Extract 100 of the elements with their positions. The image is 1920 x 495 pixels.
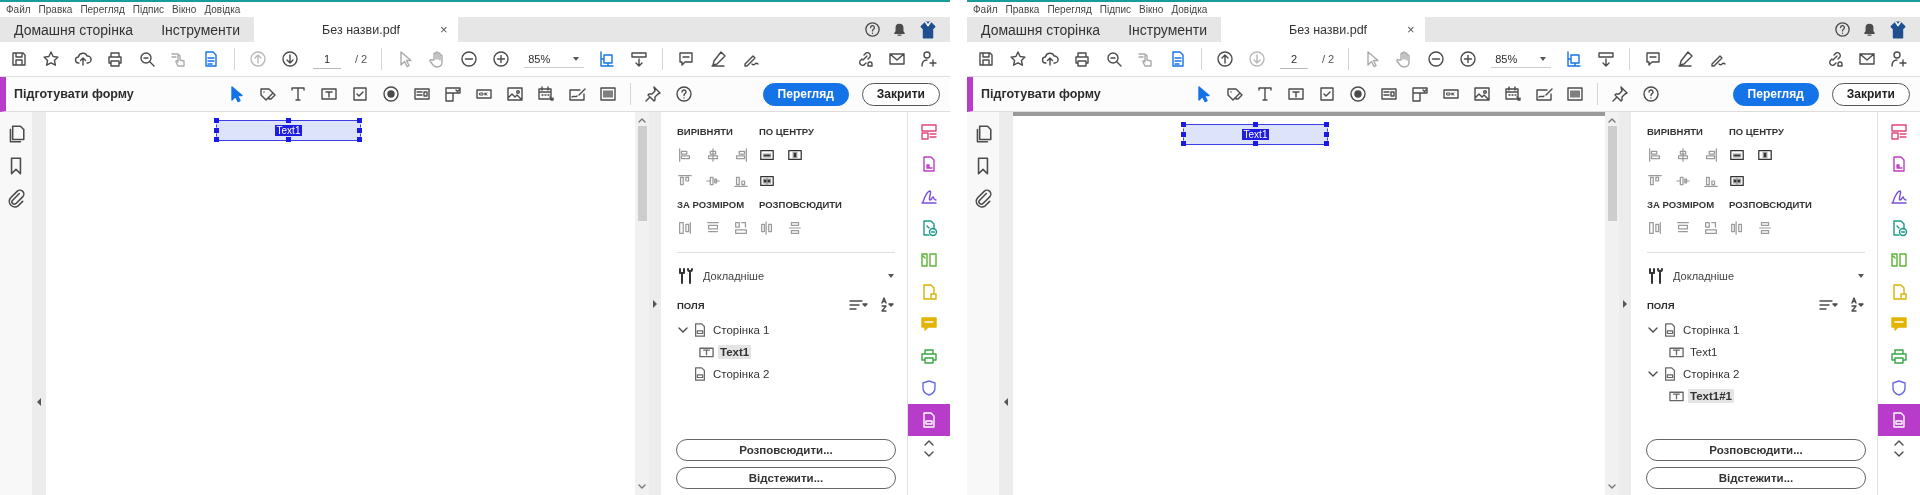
expand-arrow-icon[interactable] [651, 298, 659, 309]
chevron-down-icon[interactable] [923, 449, 935, 459]
radio-button-icon[interactable] [382, 85, 400, 103]
prepare-form-icon[interactable] [1890, 411, 1908, 429]
cloud-upload-icon[interactable] [1041, 50, 1059, 68]
text-form-field[interactable]: Text1 [216, 120, 361, 141]
image-icon[interactable] [1473, 85, 1491, 103]
radio-button-icon[interactable] [1349, 85, 1367, 103]
align-icon[interactable] [787, 220, 803, 236]
avatar-icon[interactable] [1888, 19, 1908, 40]
star-icon[interactable] [1009, 50, 1027, 68]
barcode-icon[interactable] [599, 85, 617, 103]
text-field-icon[interactable] [320, 85, 338, 103]
save-icon[interactable] [977, 50, 995, 68]
sort-menu-icon[interactable] [849, 297, 869, 313]
distribute-button[interactable]: Розповсюдити... [676, 439, 896, 461]
tree-item[interactable]: Text1#1 [1688, 389, 1734, 403]
add-user-icon[interactable] [1890, 50, 1908, 68]
scroll-up-icon[interactable] [637, 116, 647, 124]
star-icon[interactable] [42, 50, 60, 68]
chevron-up-icon[interactable] [923, 438, 935, 448]
highlighter-icon[interactable] [1676, 50, 1695, 68]
printer-icon[interactable] [1890, 347, 1908, 365]
close-button[interactable]: Закрити [861, 82, 940, 106]
signature-pen-icon[interactable] [920, 187, 938, 205]
align-icon[interactable] [1729, 220, 1745, 236]
help-icon[interactable] [1834, 21, 1851, 38]
align-icon[interactable] [1757, 220, 1773, 236]
align-icon[interactable] [1647, 220, 1663, 236]
menu-item[interactable]: Вікно [172, 4, 197, 15]
scroll-down-icon[interactable] [1607, 483, 1617, 491]
prepare-form-icon[interactable] [920, 411, 938, 429]
pin-icon[interactable] [644, 85, 662, 103]
zoom-search-icon[interactable] [138, 50, 156, 68]
menu-item[interactable]: Перегляд [1047, 4, 1092, 15]
dropdown-icon[interactable] [444, 85, 462, 103]
text-form-field[interactable]: Text1 [1183, 124, 1328, 145]
fit-page-icon[interactable] [598, 50, 617, 68]
distribute-button[interactable]: Розповсюдити... [1646, 439, 1866, 461]
list-box-icon[interactable] [413, 85, 431, 103]
pin-icon[interactable] [1611, 85, 1629, 103]
chevron-down-icon[interactable] [1893, 449, 1905, 459]
menu-item[interactable]: Довідка [1171, 4, 1208, 15]
tab[interactable]: Домашня сторінка [0, 17, 148, 42]
edit-form-icon[interactable] [258, 85, 276, 103]
collapse-arrow-icon[interactable] [1002, 397, 1010, 407]
tab[interactable]: Інструменти [1114, 17, 1222, 42]
track-button[interactable]: Відстежити... [676, 467, 896, 489]
print-icon[interactable] [1073, 50, 1091, 68]
preview-button[interactable]: Перегляд [762, 82, 849, 106]
share-link-icon[interactable] [856, 50, 874, 68]
scrollbar-thumb[interactable] [637, 126, 647, 221]
center-align-icon[interactable] [1729, 173, 1745, 189]
page-number-field[interactable]: 2 [1280, 49, 1308, 69]
shield-icon[interactable] [1890, 379, 1908, 397]
sort-menu-icon[interactable] [1819, 297, 1839, 313]
scrollbar-thumb[interactable] [1607, 126, 1617, 221]
more-options-label[interactable]: Докладніше [703, 270, 879, 282]
document-add-icon[interactable] [920, 219, 938, 237]
tree-item[interactable]: Text1 [718, 345, 752, 359]
page-down-icon[interactable] [281, 50, 299, 68]
center-align-icon[interactable] [1729, 147, 1745, 163]
align-icon[interactable] [705, 147, 721, 163]
bell-icon[interactable] [891, 21, 908, 38]
document-icon[interactable] [202, 50, 220, 68]
center-align-icon[interactable] [787, 147, 803, 163]
tree-item[interactable]: Сторінка 1 [711, 323, 772, 337]
mail-icon[interactable] [1858, 50, 1876, 68]
tree-item[interactable]: Сторінка 2 [711, 367, 772, 381]
tree-item[interactable]: Text1 [1688, 345, 1720, 359]
zoom-in-icon[interactable] [492, 50, 511, 68]
list-box-icon[interactable] [1380, 85, 1398, 103]
center-align-icon[interactable] [1757, 147, 1773, 163]
help-icon[interactable] [675, 85, 693, 103]
bell-icon[interactable] [1861, 21, 1878, 38]
scroll-down-icon[interactable] [637, 483, 647, 491]
document-icon[interactable] [1169, 50, 1187, 68]
sort-alphabet-icon[interactable] [1849, 297, 1865, 313]
sort-alphabet-icon[interactable] [879, 297, 895, 313]
align-icon[interactable] [733, 147, 749, 163]
zoom-in-icon[interactable] [1459, 50, 1478, 68]
tab[interactable]: Домашня сторінка [967, 17, 1115, 42]
fit-page-icon[interactable] [1565, 50, 1584, 68]
menu-item[interactable]: Файл [973, 4, 998, 15]
close-tab-button[interactable]: × [440, 22, 448, 37]
avatar-icon[interactable] [918, 19, 938, 40]
tab[interactable]: Без назви.pdf × [254, 17, 458, 42]
add-user-icon[interactable] [920, 50, 938, 68]
align-icon[interactable] [677, 220, 693, 236]
share-link-icon[interactable] [1826, 50, 1844, 68]
mail-icon[interactable] [888, 50, 906, 68]
signature-pen-icon[interactable] [1890, 187, 1908, 205]
form-layout-icon[interactable] [1890, 123, 1908, 141]
page-up-icon[interactable] [1216, 50, 1234, 68]
tree-item[interactable]: Сторінка 1 [1681, 323, 1742, 337]
barcode-icon[interactable] [1566, 85, 1584, 103]
close-button[interactable]: Закрити [1831, 82, 1910, 106]
menu-item[interactable]: Правка [38, 4, 73, 15]
chevron-up-icon[interactable] [1893, 438, 1905, 448]
calendar-icon[interactable] [537, 85, 555, 103]
